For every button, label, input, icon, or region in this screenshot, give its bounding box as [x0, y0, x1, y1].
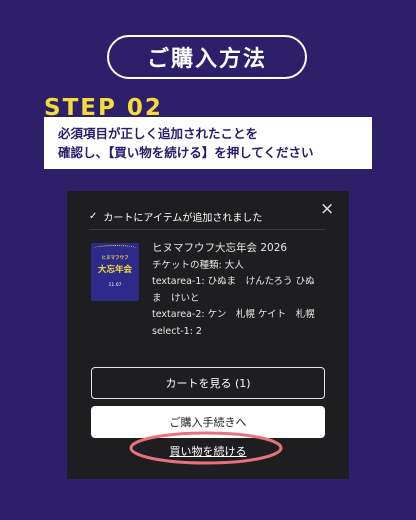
- check-icon: ✓: [89, 211, 98, 222]
- product-thumbnail: ヒヌマフウフ 大忘年会 11.07: [91, 243, 139, 301]
- product-name: ヒヌマフウフ大忘年会 2026: [152, 242, 288, 254]
- page-title: ご購入方法: [107, 35, 307, 79]
- divider: [89, 229, 325, 230]
- string-lights-decoration: [93, 245, 137, 252]
- added-notice-text: カートにアイテムが追加されました: [103, 213, 263, 224]
- instruction-line-2: 確認し、【買い物を続ける】を押してください: [58, 145, 314, 160]
- view-cart-button[interactable]: カートを見る (1): [91, 367, 325, 399]
- textarea-1-value: textarea-1: ひぬま けんたろう ひぬま けいと: [152, 276, 315, 304]
- continue-shopping-link[interactable]: 買い物を続ける: [91, 443, 325, 459]
- thumb-top-text: ヒヌマフウフ: [101, 256, 129, 261]
- added-notice: ✓ カートにアイテムが追加されました: [89, 209, 262, 224]
- ticket-type: チケットの種類: 大人: [152, 259, 244, 271]
- cart-added-dialog: ✓ カートにアイテムが追加されました × ヒヌマフウフ 大忘年会 11.07 ヒ…: [67, 191, 349, 479]
- product-info: ヒヌマフウフ大忘年会 2026 チケットの種類: 大人 textarea-1: …: [152, 240, 322, 340]
- checkout-button[interactable]: ご購入手続きへ: [91, 406, 325, 438]
- thumb-bottom-text: 11.07: [108, 283, 122, 288]
- instruction-box: 必須項目が正しく追加されたことを 確認し、【買い物を続ける】を押してください: [44, 117, 372, 169]
- page-title-text: ご購入方法: [146, 47, 267, 72]
- thumb-main-text: 大忘年会: [97, 265, 132, 275]
- instruction-line-1: 必須項目が正しく追加されたことを: [58, 126, 259, 141]
- select-1-value: select-1: 2: [152, 325, 202, 337]
- close-icon[interactable]: ×: [320, 201, 334, 218]
- textarea-2-value: textarea-2: ケン 札幌 ケイト 札幌: [152, 309, 315, 320]
